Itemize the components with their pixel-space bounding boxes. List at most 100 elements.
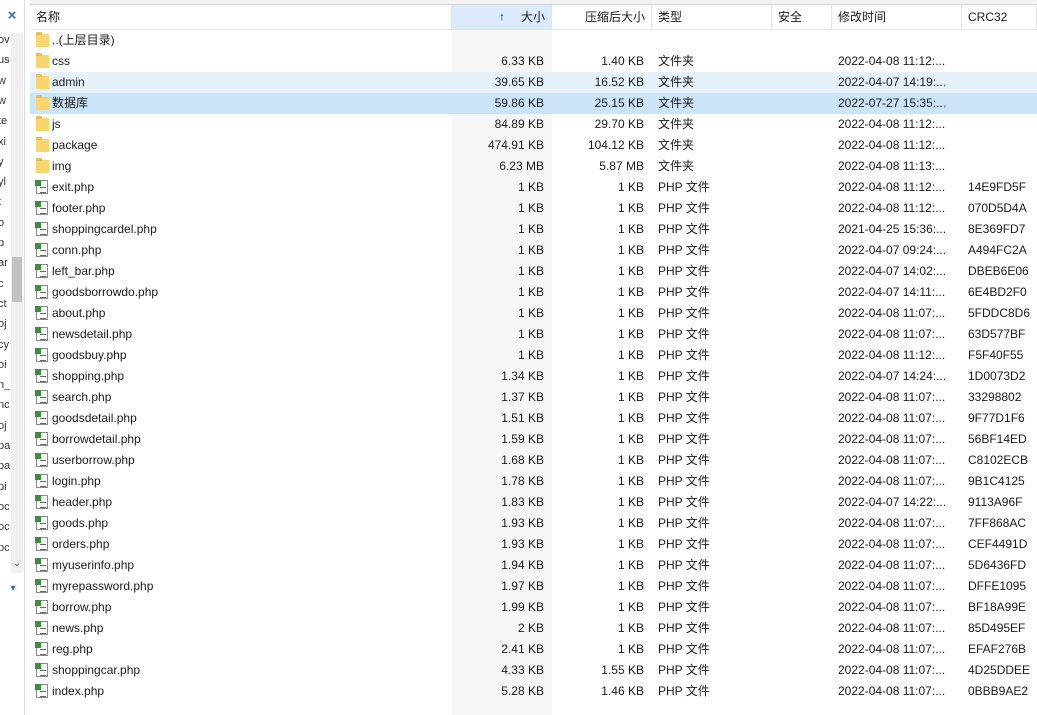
file-row[interactable]: js 84.89 KB 29.70 KB 文件夹 2022-04-08 11:12:..… — [30, 114, 1037, 135]
file-size: 1 KB — [517, 306, 544, 320]
file-name: index.php — [52, 684, 105, 698]
file-crc — [968, 156, 1037, 177]
file-size: 1 KB — [517, 327, 544, 341]
column-header-compressed[interactable]: 压缩后大小 — [552, 5, 652, 29]
file-compressed-size: 1 KB — [617, 432, 644, 446]
file-size: 1.34 KB — [501, 369, 544, 383]
file-type: PHP 文件 — [658, 411, 710, 425]
column-header-type[interactable]: 类型 — [652, 5, 772, 29]
left-tree-pane: × ovuswwtexiyyltoparcctojcyoin_ncojpapap… — [0, 0, 25, 715]
file-compressed-size: 1 KB — [617, 495, 644, 509]
file-row[interactable]: shopping.php 1.34 KB 1 KB PHP 文件 2022-04-07 … — [30, 366, 1037, 387]
chevron-down-icon[interactable]: ▾ — [6, 582, 20, 596]
file-size: 1.93 KB — [501, 537, 544, 551]
file-row[interactable]: index.php 5.28 KB 1.46 KB PHP 文件 2022-04-08 … — [30, 681, 1037, 702]
file-type: PHP 文件 — [658, 264, 710, 278]
file-compressed-size: 1.46 KB — [601, 684, 644, 698]
file-compressed-size: 1 KB — [617, 390, 644, 404]
file-modified: 2022-04-08 11:07:... — [838, 390, 946, 404]
file-row[interactable]: package 474.91 KB 104.12 KB 文件夹 2022-04-08 1… — [30, 135, 1037, 156]
file-compressed-size: 1 KB — [617, 306, 644, 320]
file-type: 文件夹 — [658, 54, 695, 68]
close-icon[interactable]: × — [0, 6, 24, 26]
file-row[interactable]: exit.php 1 KB 1 KB PHP 文件 2022-04-08 11:12:.… — [30, 177, 1037, 198]
file-row[interactable]: newsdetail.php 1 KB 1 KB PHP 文件 2022-04-08 1… — [30, 324, 1037, 345]
file-row[interactable]: header.php 1.83 KB 1 KB PHP 文件 2022-04-07 14… — [30, 492, 1037, 513]
file-modified: 2022-04-08 11:12:... — [838, 138, 946, 152]
file-row[interactable]: conn.php 1 KB 1 KB PHP 文件 2022-04-07 09:24:.… — [30, 240, 1037, 261]
file-row[interactable]: left_bar.php 1 KB 1 KB PHP 文件 2022-04-07 14:… — [30, 261, 1037, 282]
file-type: PHP 文件 — [658, 579, 710, 593]
file-crc: 4D25DDEE — [968, 663, 1031, 677]
tree-scrollbar-thumb[interactable] — [12, 257, 22, 302]
file-row[interactable]: css 6.33 KB 1.40 KB 文件夹 2022-04-08 11:12:... — [30, 51, 1037, 72]
file-size: 6.33 KB — [501, 54, 544, 68]
file-row[interactable]: goodsdetail.php 1.51 KB 1 KB PHP 文件 2022-04-… — [30, 408, 1037, 429]
file-crc — [968, 72, 1037, 93]
folder-icon — [36, 137, 49, 152]
column-header-size[interactable]: 🠕 大小 — [452, 5, 552, 29]
file-name: css — [52, 54, 70, 68]
file-row[interactable]: goodsbuy.php 1 KB 1 KB PHP 文件 2022-04-08 11:… — [30, 345, 1037, 366]
file-size: 1.59 KB — [501, 432, 544, 446]
tree-scrollbar[interactable] — [11, 33, 23, 573]
file-row[interactable]: borrowdetail.php 1.59 KB 1 KB PHP 文件 2022-04… — [30, 429, 1037, 450]
file-name: package — [52, 138, 98, 152]
file-name: 数据库 — [52, 96, 89, 110]
php-file-icon — [35, 495, 48, 509]
file-row[interactable]: about.php 1 KB 1 KB PHP 文件 2022-04-08 11:07:… — [30, 303, 1037, 324]
folder-icon — [36, 158, 49, 173]
file-row[interactable]: goods.php 1.93 KB 1 KB PHP 文件 2022-04-08 11:… — [30, 513, 1037, 534]
php-file-icon — [35, 285, 48, 299]
file-row[interactable]: 数据库 59.86 KB 25.15 KB 文件夹 2022-07-27 15:35:.… — [30, 93, 1037, 114]
file-row[interactable]: myrepassword.php 1.97 KB 1 KB PHP 文件 2022-04… — [30, 576, 1037, 597]
file-type: PHP 文件 — [658, 222, 710, 236]
file-name: userborrow.php — [52, 453, 135, 467]
file-row[interactable]: news.php 2 KB 1 KB PHP 文件 2022-04-08 11:07:.… — [30, 618, 1037, 639]
file-type: PHP 文件 — [658, 537, 710, 551]
php-file-icon — [35, 474, 48, 488]
file-compressed-size: 104.12 KB — [587, 138, 644, 152]
file-type: PHP 文件 — [658, 474, 710, 488]
file-row[interactable]: shoppingcar.php 4.33 KB 1.55 KB PHP 文件 2022-… — [30, 660, 1037, 681]
file-modified: 2022-04-08 11:07:... — [838, 453, 946, 467]
file-crc: BF18A99E — [968, 600, 1027, 614]
file-type: PHP 文件 — [658, 663, 710, 677]
php-file-icon — [35, 306, 48, 320]
file-crc: 9F77D1F6 — [968, 411, 1025, 425]
file-crc: C8102ECB — [968, 453, 1029, 467]
column-header-name[interactable]: 名称 — [30, 5, 452, 29]
file-size: 1 KB — [517, 243, 544, 257]
column-header-modified[interactable]: 修改时间 — [832, 5, 962, 29]
sort-ascending-icon: 🠕 — [500, 12, 504, 22]
file-name: exit.php — [52, 180, 95, 194]
file-row[interactable]: img 6.23 MB 5.87 MB 文件夹 2022-04-08 11:13:... — [30, 156, 1037, 177]
file-row[interactable]: search.php 1.37 KB 1 KB PHP 文件 2022-04-08 11… — [30, 387, 1037, 408]
file-crc: 5FDDC8D6 — [968, 306, 1031, 320]
file-row[interactable]: admin 39.65 KB 16.52 KB 文件夹 2022-04-07 14:19… — [30, 72, 1037, 93]
php-file-icon — [35, 642, 48, 656]
file-row[interactable]: reg.php 2.41 KB 1 KB PHP 文件 2022-04-08 11:07… — [30, 639, 1037, 660]
file-row[interactable]: orders.php 1.93 KB 1 KB PHP 文件 2022-04-08 11… — [30, 534, 1037, 555]
file-crc: 7FF868AC — [968, 516, 1027, 530]
file-row[interactable]: myuserinfo.php 1.94 KB 1 KB PHP 文件 2022-04-0… — [30, 555, 1037, 576]
file-modified: 2022-04-08 11:07:... — [838, 621, 946, 635]
file-crc: 9B1C4125 — [968, 474, 1025, 488]
column-header-crc[interactable]: CRC32 — [962, 5, 1037, 29]
column-header-security[interactable]: 安全 — [772, 5, 832, 29]
file-compressed-size: 1 KB — [617, 285, 644, 299]
file-row[interactable]: goodsborrowdo.php 1 KB 1 KB PHP 文件 2022-04-0… — [30, 282, 1037, 303]
file-name: goodsdetail.php — [52, 411, 137, 425]
file-row[interactable]: userborrow.php 1.68 KB 1 KB PHP 文件 2022-04-0… — [30, 450, 1037, 471]
file-name: ..(上层目录) — [52, 33, 115, 47]
file-row[interactable]: shoppingcardel.php 1 KB 1 KB PHP 文件 2021-04-… — [30, 219, 1037, 240]
php-file-icon — [35, 411, 48, 425]
file-size: 1.99 KB — [501, 600, 544, 614]
file-row[interactable]: ..(上层目录) — [30, 30, 1037, 51]
file-name: myuserinfo.php — [52, 558, 135, 572]
file-row[interactable]: footer.php 1 KB 1 KB PHP 文件 2022-04-08 11:12… — [30, 198, 1037, 219]
scroll-down-icon[interactable]: ⌄ — [11, 556, 23, 572]
file-row[interactable]: borrow.php 1.99 KB 1 KB PHP 文件 2022-04-08 11… — [30, 597, 1037, 618]
file-modified: 2022-04-07 09:24:... — [838, 243, 947, 257]
file-row[interactable]: login.php 1.78 KB 1 KB PHP 文件 2022-04-08 11:… — [30, 471, 1037, 492]
